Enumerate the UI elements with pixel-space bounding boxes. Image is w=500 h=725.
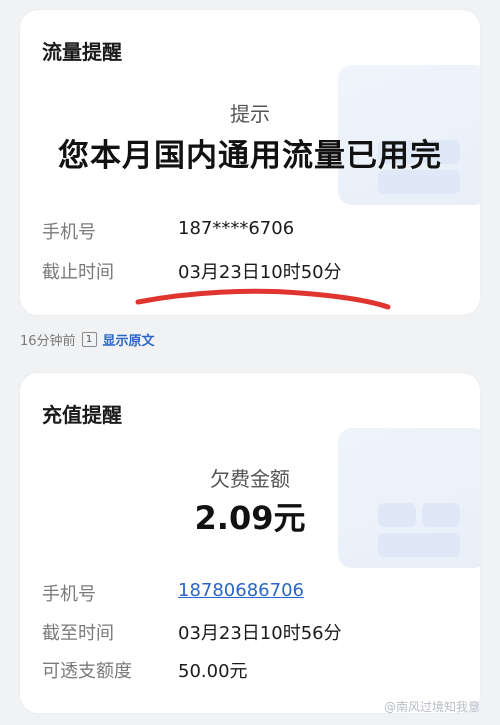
- document-icon: 1: [81, 332, 97, 347]
- deadline-value: 03月23日10时56分: [178, 623, 342, 644]
- overdraft-label: 可透支额度: [42, 661, 132, 682]
- amount-subtitle: 欠费金额: [210, 467, 290, 491]
- phone-label: 手机号: [42, 584, 96, 605]
- deadline-label: 截止时间: [42, 262, 114, 283]
- message-meta: 16分钟前 1 显示原文: [20, 330, 155, 349]
- deadline-label: 截至时间: [42, 623, 114, 644]
- deadline-value: 03月23日10时50分: [178, 262, 342, 283]
- time-ago: 16分钟前: [20, 334, 76, 349]
- recharge-alert-card[interactable]: 充值提醒 欠费金额 2.09元 手机号 18780686706 截至时间 03月…: [20, 373, 480, 713]
- amount-value: 2.09元: [194, 499, 306, 537]
- overdraft-value: 50.00元: [178, 661, 248, 682]
- traffic-alert-card[interactable]: 流量提醒 提示 您本月国内通用流量已用完 手机号 187****6706 截止时…: [20, 10, 480, 315]
- phone-label: 手机号: [42, 222, 96, 243]
- phone-number-link[interactable]: 18780686706: [178, 580, 304, 601]
- watermark: @南风过境知我意: [383, 700, 480, 714]
- card-title: 充值提醒: [42, 403, 122, 427]
- show-original-link[interactable]: 显示原文: [103, 330, 155, 349]
- notice-headline: 您本月国内通用流量已用完: [58, 138, 442, 174]
- phone-value: 187****6706: [178, 218, 295, 239]
- notice-subtitle: 提示: [230, 102, 270, 126]
- card-title: 流量提醒: [42, 40, 122, 64]
